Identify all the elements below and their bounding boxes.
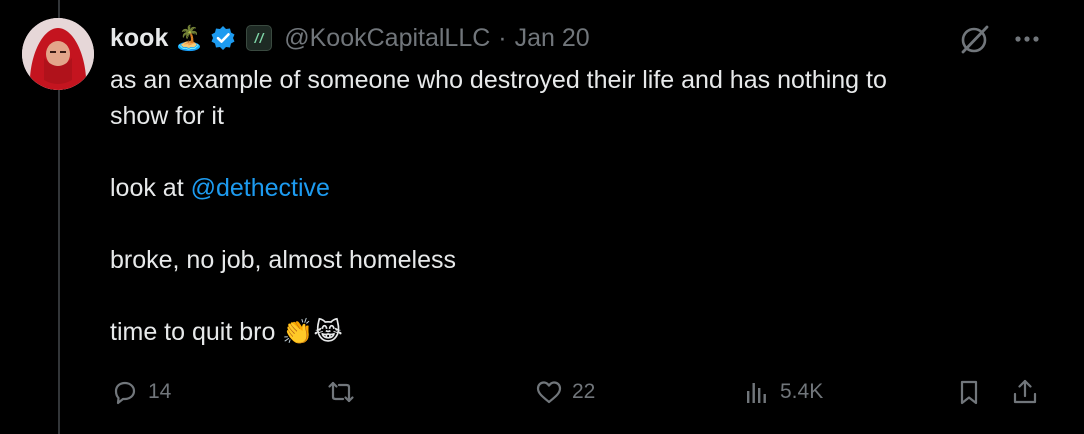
tweet-line-5-text: time to quit bro [110, 318, 276, 346]
tweet-date[interactable]: Jan 20 [515, 24, 590, 53]
like-count: 22 [572, 380, 596, 403]
bookmark-button[interactable] [954, 372, 984, 412]
avatar[interactable] [22, 18, 94, 90]
action-bar: 14 22 5.4K [0, 372, 1084, 412]
more-icon[interactable] [1012, 24, 1042, 54]
retweet-icon [328, 381, 354, 403]
reply-icon [114, 381, 136, 405]
tweet-line-3-prefix: look at [110, 174, 191, 202]
views-button[interactable]: 5.4K [742, 372, 823, 412]
tweet-body: as an example of someone who destroyed t… [110, 62, 1030, 350]
bookmark-icon [960, 380, 978, 405]
user-handle[interactable]: @KookCapitalLLC [284, 24, 490, 53]
tweet-line-2: show for it [110, 102, 224, 130]
tweet-line-3: look at @dethective [110, 170, 1030, 206]
tweet-line-5-emoji: 👏😹 [282, 318, 343, 346]
tweet-header: kook 🏝️ @KookCapitalLLC · Jan 20 [110, 20, 590, 56]
separator-dot: · [498, 23, 507, 52]
affiliate-badge-icon[interactable] [246, 25, 273, 51]
share-icon [1013, 379, 1037, 404]
retweet-button[interactable] [326, 372, 356, 412]
avatar-image [22, 18, 94, 90]
reply-count: 14 [148, 380, 172, 403]
tweet-line-4: broke, no job, almost homeless [110, 246, 457, 274]
reply-button[interactable]: 14 [110, 372, 171, 412]
like-button[interactable]: 22 [534, 372, 595, 412]
tweet-line-5: time to quit bro 👏😹 [110, 314, 1030, 350]
share-button[interactable] [1010, 372, 1040, 412]
views-icon [747, 383, 766, 403]
views-count: 5.4K [780, 380, 824, 403]
island-emoji: 🏝️ [174, 24, 205, 52]
display-name[interactable]: kook [110, 24, 168, 53]
grok-icon[interactable] [958, 22, 992, 56]
mention-link[interactable]: @dethective [191, 174, 330, 202]
tweet-line-1: as an example of someone who destroyed t… [110, 66, 887, 94]
like-icon [536, 381, 562, 404]
verified-badge-icon[interactable] [210, 25, 236, 51]
